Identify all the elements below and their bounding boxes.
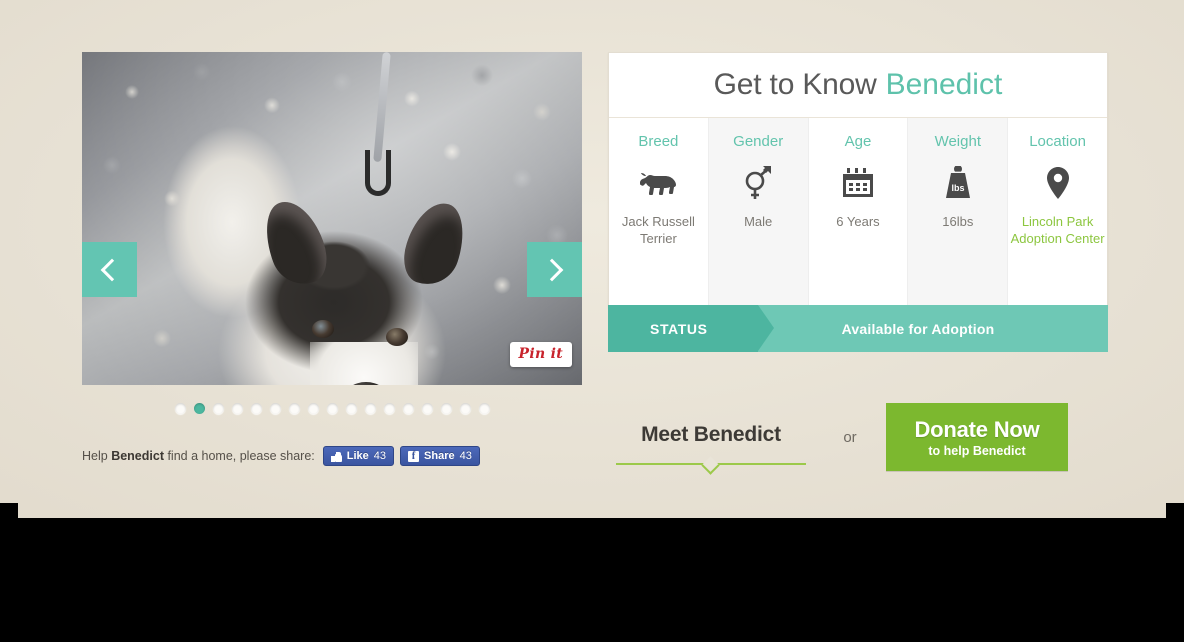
facebook-icon: f — [408, 450, 420, 462]
meet-pet-label: Meet Benedict — [641, 423, 781, 446]
share-prompt-prefix: Help — [82, 449, 112, 463]
attribute-label: Breed — [638, 133, 679, 150]
donate-sub-label: to help Benedict — [928, 443, 1026, 458]
carousel-dot[interactable] — [250, 402, 262, 414]
carousel-dot[interactable] — [326, 402, 338, 414]
thumbs-up-icon — [330, 451, 342, 462]
meet-pet-button[interactable]: Meet Benedict — [608, 423, 814, 475]
or-separator: or — [843, 428, 857, 446]
carousel-dot[interactable] — [193, 402, 205, 414]
pin-it-label: Pin it — [518, 346, 563, 362]
facebook-buttons: Like 43 f Share 43 — [322, 446, 480, 466]
facebook-like-button[interactable]: Like 43 — [322, 446, 395, 466]
carousel-dot[interactable] — [478, 402, 490, 414]
attribute-value: 16lbs — [942, 214, 974, 229]
pet-attribute-age: Age 6 Years — [809, 118, 909, 308]
carousel-dot[interactable] — [231, 402, 243, 414]
pet-attribute-breed: Breed Jack Russell Terrier — [609, 118, 709, 308]
pet-info-card: Get to Know Benedict Breed Jack Russell T… — [608, 52, 1108, 308]
pet-attribute-cells: Breed Jack Russell Terrier Gender Male Age 6 … — [609, 118, 1107, 308]
carousel-dot[interactable] — [459, 402, 471, 414]
page-edge-right — [1166, 503, 1184, 518]
pet-photo — [82, 52, 582, 385]
map-pin-icon — [1045, 163, 1071, 203]
attribute-label: Location — [1029, 133, 1086, 150]
donate-main-label: Donate Now — [914, 416, 1040, 442]
pet-attribute-location: Location Lincoln Park Adoption Center — [1008, 118, 1107, 308]
carousel-dots[interactable] — [82, 400, 582, 416]
carousel-dot[interactable] — [402, 402, 414, 414]
cta-row: Meet Benedict or Donate Now to help Bene… — [608, 398, 1108, 476]
gender-icon — [743, 163, 773, 203]
share-label: Share — [424, 450, 455, 462]
card-title: Get to Know Benedict — [609, 53, 1107, 118]
leash-graphic — [373, 52, 391, 163]
dog-ear-left-graphic — [254, 193, 336, 293]
carousel-dot[interactable] — [421, 402, 433, 414]
carousel-dot[interactable] — [174, 402, 186, 414]
leash-clip-graphic — [365, 150, 391, 196]
pet-attribute-weight: Weight lbs 16lbs — [908, 118, 1009, 308]
like-count: 43 — [373, 450, 387, 462]
dog-eye-right-graphic — [386, 328, 408, 346]
carousel-prev-button[interactable] — [82, 242, 137, 297]
meet-notch-icon — [701, 456, 720, 475]
attribute-label: Gender — [733, 133, 784, 150]
dog-ear-right-graphic — [396, 195, 474, 293]
share-prompt: Help Benedict find a home, please share: — [82, 449, 315, 463]
share-row: Help Benedict find a home, please share:… — [82, 443, 582, 469]
svg-text:lbs: lbs — [951, 183, 964, 193]
card-title-prefix: Get to Know — [713, 68, 877, 101]
weight-icon: lbs — [941, 163, 975, 203]
calendar-icon — [841, 163, 875, 203]
dog-icon — [638, 163, 678, 203]
attribute-value: Male — [744, 214, 773, 229]
share-prompt-suffix: find a home, please share: — [163, 449, 315, 463]
attribute-label: Weight — [934, 133, 981, 150]
carousel-dot[interactable] — [345, 402, 357, 414]
page-edge-bottom — [0, 518, 1184, 642]
dog-eye-left-graphic — [312, 320, 334, 338]
carousel-dot[interactable] — [212, 402, 224, 414]
status-label: STATUS — [608, 305, 774, 352]
carousel-next-button[interactable] — [527, 242, 582, 297]
pinterest-pin-it-button[interactable]: Pin it — [509, 342, 572, 367]
carousel-dot[interactable] — [288, 402, 300, 414]
share-prompt-pet-name: Benedict — [111, 449, 164, 463]
photo-carousel[interactable]: Pin it — [82, 52, 582, 385]
screen: Pin it Help Benedict find a home, please… — [0, 0, 1184, 642]
chevron-right-icon — [540, 258, 564, 281]
carousel-dot[interactable] — [364, 402, 376, 414]
facebook-share-button[interactable]: f Share 43 — [400, 446, 480, 466]
carousel-dot[interactable] — [440, 402, 452, 414]
chevron-left-icon — [100, 258, 124, 281]
card-title-pet-name: Benedict — [885, 68, 1003, 101]
donate-now-button[interactable]: Donate Now to help Benedict — [886, 403, 1068, 471]
attribute-value: 6 Years — [836, 214, 880, 229]
share-count: 43 — [459, 450, 472, 462]
carousel-dot[interactable] — [383, 402, 395, 414]
carousel-dot[interactable] — [307, 402, 319, 414]
attribute-value: Jack Russell Terrier — [621, 214, 695, 246]
attribute-label: Age — [844, 133, 872, 150]
dog-muzzle-graphic — [310, 342, 418, 385]
like-label: Like — [346, 450, 369, 462]
status-badge: STATUS Available for Adoption — [608, 305, 1108, 352]
carousel-dot[interactable] — [269, 402, 281, 414]
status-value: Available for Adoption — [841, 320, 995, 337]
page-edge-left — [0, 503, 18, 518]
pet-attribute-gender: Gender Male — [708, 118, 809, 308]
attribute-value: Lincoln Park Adoption Center — [1010, 214, 1105, 246]
